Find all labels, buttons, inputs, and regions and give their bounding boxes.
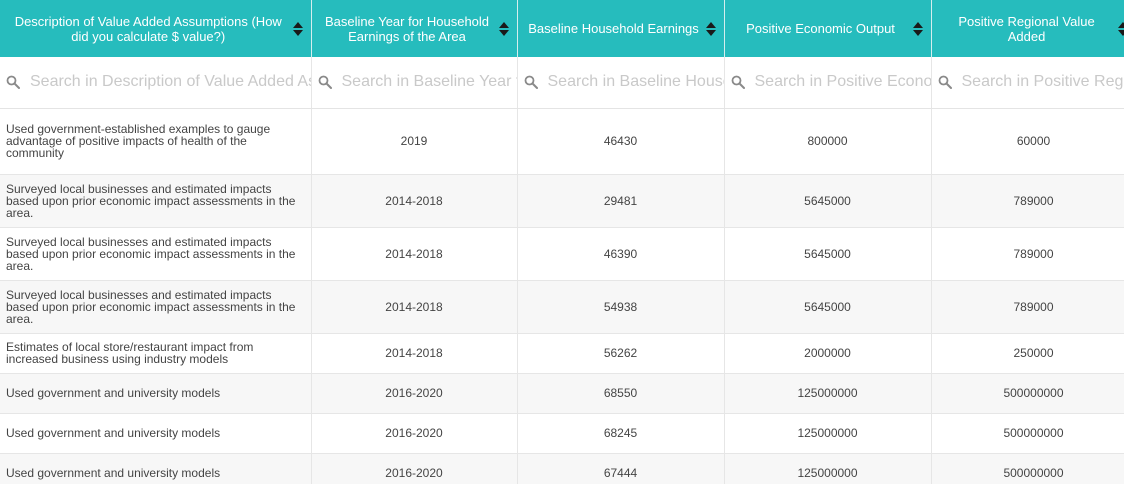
- cell-description: Used government and university models: [0, 373, 312, 414]
- table-row: Used government and university models 20…: [0, 453, 1124, 484]
- filter-cell-description: [0, 57, 312, 109]
- search-icon: [318, 75, 332, 90]
- data-table-container: Description of Value Added Assumptions (…: [0, 0, 1124, 484]
- column-header-description[interactable]: Description of Value Added Assumptions (…: [0, 0, 312, 57]
- search-icon: [524, 75, 538, 90]
- cell-description: Surveyed local businesses and estimated …: [0, 174, 312, 228]
- cell-baseline-earnings: 46390: [517, 227, 725, 281]
- cell-economic-output: 2000000: [724, 333, 932, 374]
- search-input-description[interactable]: [30, 73, 311, 92]
- cell-regional-value: 60000: [931, 108, 1124, 175]
- filter-cell-baseline-earnings: [517, 57, 725, 109]
- cell-regional-value: 789000: [931, 227, 1124, 281]
- cell-economic-output: 125000000: [724, 373, 932, 414]
- table-row: Surveyed local businesses and estimated …: [0, 280, 1124, 334]
- column-header-label: Positive Regional Value Added: [958, 13, 1095, 44]
- search-input-economic-output[interactable]: [754, 73, 931, 92]
- cell-baseline-earnings: 68550: [517, 373, 725, 414]
- cell-baseline-earnings: 67444: [517, 453, 725, 484]
- data-table: Description of Value Added Assumptions (…: [0, 0, 1124, 484]
- table-row: Surveyed local businesses and estimated …: [0, 174, 1124, 228]
- cell-regional-value: 789000: [931, 174, 1124, 228]
- cell-regional-value: 500000000: [931, 413, 1124, 454]
- column-header-regional-value[interactable]: Positive Regional Value Added: [931, 0, 1124, 57]
- cell-economic-output: 5645000: [724, 280, 932, 334]
- search-input-regional-value[interactable]: [961, 73, 1124, 92]
- search-icon: [6, 75, 20, 90]
- sort-updown-icon[interactable]: [292, 21, 303, 36]
- cell-baseline-year: 2014-2018: [311, 174, 518, 228]
- search-input-baseline-year[interactable]: [341, 73, 517, 92]
- cell-baseline-year: 2016-2020: [311, 413, 518, 454]
- column-header-label: Description of Value Added Assumptions (…: [14, 13, 282, 44]
- cell-description: Used government and university models: [0, 413, 312, 454]
- table-row: Used government and university models 20…: [0, 373, 1124, 414]
- cell-regional-value: 500000000: [931, 373, 1124, 414]
- filter-row: [0, 57, 1124, 109]
- filter-cell-economic-output: [724, 57, 932, 109]
- cell-economic-output: 5645000: [724, 227, 932, 281]
- cell-baseline-year: 2014-2018: [311, 333, 518, 374]
- cell-regional-value: 789000: [931, 280, 1124, 334]
- column-header-label: Positive Economic Output: [746, 21, 895, 36]
- cell-economic-output: 125000000: [724, 453, 932, 484]
- cell-description: Used government-established examples to …: [0, 108, 312, 175]
- column-header-baseline-earnings[interactable]: Baseline Household Earnings: [517, 0, 725, 57]
- column-header-baseline-year[interactable]: Baseline Year for Household Earnings of …: [311, 0, 518, 57]
- search-icon: [731, 75, 745, 90]
- cell-economic-output: 800000: [724, 108, 932, 175]
- cell-baseline-earnings: 54938: [517, 280, 725, 334]
- column-header-label: Baseline Year for Household Earnings of …: [324, 13, 490, 44]
- cell-baseline-earnings: 46430: [517, 108, 725, 175]
- search-input-baseline-earnings[interactable]: [547, 73, 724, 92]
- cell-description: Surveyed local businesses and estimated …: [0, 280, 312, 334]
- cell-baseline-year: 2014-2018: [311, 227, 518, 281]
- sort-updown-icon[interactable]: [1117, 21, 1124, 36]
- cell-baseline-earnings: 29481: [517, 174, 725, 228]
- cell-economic-output: 125000000: [724, 413, 932, 454]
- cell-baseline-year: 2016-2020: [311, 373, 518, 414]
- column-header-economic-output[interactable]: Positive Economic Output: [724, 0, 932, 57]
- table-row: Used government and university models 20…: [0, 413, 1124, 454]
- cell-regional-value: 250000: [931, 333, 1124, 374]
- header-row: Description of Value Added Assumptions (…: [0, 0, 1124, 57]
- filter-cell-baseline-year: [311, 57, 518, 109]
- cell-baseline-year: 2016-2020: [311, 453, 518, 484]
- cell-description: Estimates of local store/restaurant impa…: [0, 333, 312, 374]
- cell-baseline-earnings: 68245: [517, 413, 725, 454]
- filter-cell-regional-value: [931, 57, 1124, 109]
- sort-updown-icon[interactable]: [705, 21, 716, 36]
- column-header-label: Baseline Household Earnings: [528, 21, 699, 36]
- table-row: Surveyed local businesses and estimated …: [0, 227, 1124, 281]
- table-row: Used government-established examples to …: [0, 108, 1124, 175]
- sort-updown-icon[interactable]: [498, 21, 509, 36]
- cell-baseline-year: 2019: [311, 108, 518, 175]
- cell-baseline-earnings: 56262: [517, 333, 725, 374]
- cell-baseline-year: 2014-2018: [311, 280, 518, 334]
- search-icon: [938, 75, 952, 90]
- cell-description: Surveyed local businesses and estimated …: [0, 227, 312, 281]
- table-row: Estimates of local store/restaurant impa…: [0, 333, 1124, 374]
- cell-regional-value: 500000000: [931, 453, 1124, 484]
- cell-economic-output: 5645000: [724, 174, 932, 228]
- sort-updown-icon[interactable]: [912, 21, 923, 36]
- cell-description: Used government and university models: [0, 453, 312, 484]
